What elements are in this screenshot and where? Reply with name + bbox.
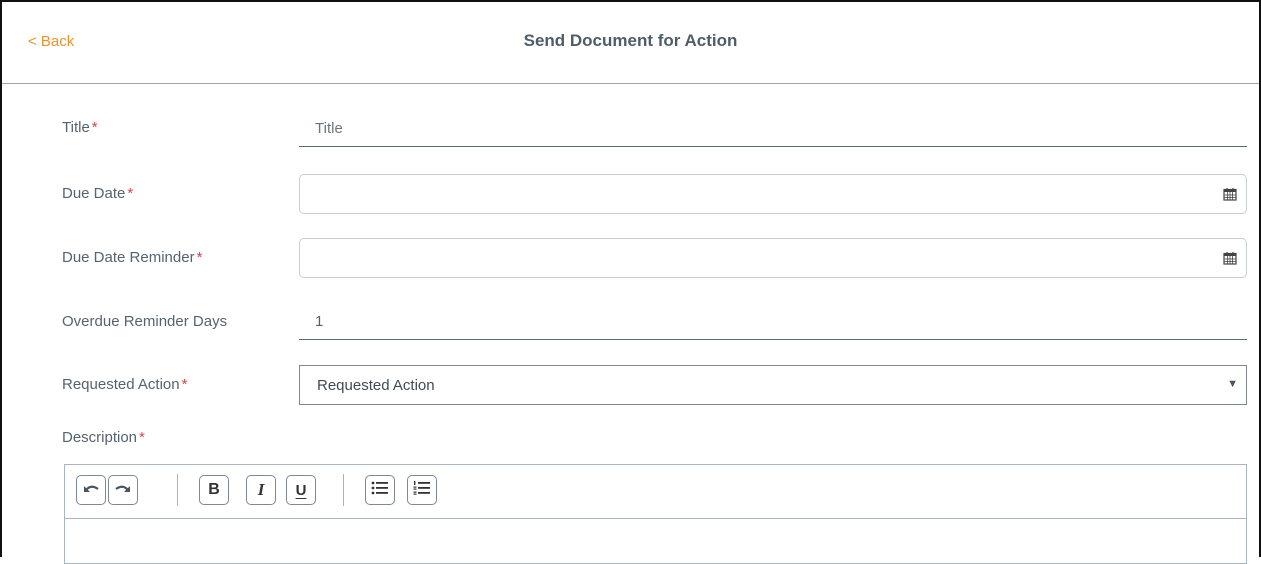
requested-action-label-text: Requested Action — [62, 376, 180, 393]
underline-icon: U — [295, 481, 307, 499]
italic-icon: I — [257, 480, 265, 499]
numbered-list-icon — [413, 480, 431, 501]
header-bar: < Back Send Document for Action — [2, 2, 1259, 84]
required-marker: * — [196, 249, 203, 266]
redo-button[interactable] — [108, 475, 138, 505]
due-date-reminder-input[interactable] — [299, 238, 1247, 278]
overdue-reminder-days-input[interactable] — [299, 304, 1247, 340]
required-marker: * — [139, 429, 145, 446]
editor-content-area[interactable] — [65, 520, 1246, 564]
redo-icon — [114, 481, 132, 499]
title-label: Title * — [62, 119, 98, 136]
title-label-text: Title — [62, 119, 90, 136]
send-document-dialog: < Back Send Document for Action Title* D… — [0, 0, 1261, 564]
toolbar-separator — [343, 474, 344, 506]
due-date-label: Due Date * — [62, 185, 133, 202]
toolbar-separator — [177, 474, 178, 506]
due-date-reminder-label-text: Due Date Reminder — [62, 249, 195, 266]
editor-toolbar: B I U — [65, 465, 1246, 519]
numbered-list-button[interactable] — [407, 475, 437, 505]
italic-button[interactable]: I — [246, 475, 276, 505]
bold-icon: B — [208, 481, 220, 498]
requested-action-select[interactable]: Requested Action ▼ — [299, 365, 1247, 405]
bold-button[interactable]: B — [199, 475, 229, 505]
description-label-text: Description — [62, 429, 138, 446]
due-date-label-text: Due Date — [62, 185, 126, 202]
description-editor: B I U — [64, 464, 1247, 564]
requested-action-selected-value: Requested Action — [317, 377, 435, 394]
bulleted-list-icon — [371, 480, 389, 501]
dropdown-caret-icon: ▼ — [1227, 378, 1238, 390]
calendar-icon[interactable] — [1214, 175, 1246, 213]
due-date-input[interactable] — [299, 174, 1247, 214]
page-title: Send Document for Action — [523, 31, 738, 50]
undo-icon — [82, 481, 100, 499]
due-date-reminder-label: Due Date Reminder * — [62, 249, 202, 266]
bulleted-list-button[interactable] — [365, 475, 395, 505]
required-marker: * — [91, 119, 98, 136]
requested-action-label: Requested Action * — [62, 376, 187, 393]
title-input[interactable] — [299, 111, 1247, 147]
calendar-icon[interactable] — [1214, 239, 1246, 277]
undo-button[interactable] — [76, 475, 106, 505]
overdue-reminder-days-label: Overdue Reminder Days — [62, 313, 228, 330]
description-label: Description * — [62, 429, 145, 446]
underline-button[interactable]: U — [286, 475, 316, 505]
required-marker: * — [127, 185, 134, 202]
required-marker: * — [181, 376, 188, 393]
